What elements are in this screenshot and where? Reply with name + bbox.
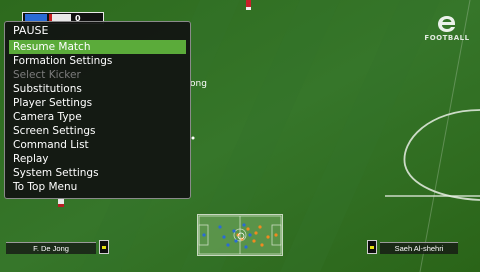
menu-item-substitutions[interactable]: Substitutions [9, 82, 186, 96]
radar-minimap [197, 214, 283, 256]
menu-item-to-top-menu[interactable]: To Top Menu [9, 180, 186, 194]
game-screen: 0 FOOTBALL ong PAUSE Resume Match Format… [0, 0, 480, 272]
radar-away-players [236, 225, 278, 247]
menu-item-system-settings[interactable]: System Settings [9, 166, 186, 180]
stamina-gauge-left [99, 240, 109, 254]
stamina-gauge-right [367, 240, 377, 254]
menu-item-screen-settings[interactable]: Screen Settings [9, 124, 186, 138]
logo-text: FOOTBALL [424, 34, 470, 42]
menu-item-replay[interactable]: Replay [9, 152, 186, 166]
pause-menu-list: Resume Match Formation Settings Select K… [9, 40, 186, 194]
menu-item-resume-match[interactable]: Resume Match [9, 40, 186, 54]
menu-item-player-settings[interactable]: Player Settings [9, 96, 186, 110]
menu-item-formation-settings[interactable]: Formation Settings [9, 54, 186, 68]
pause-menu-title: PAUSE [13, 24, 49, 37]
menu-item-command-list[interactable]: Command List [9, 138, 186, 152]
ball [191, 136, 195, 140]
background-label: ong [190, 79, 207, 89]
radar-pitch [198, 215, 282, 255]
player-sprite [58, 198, 64, 207]
controlled-player-name-right: Saeh Al-shehri [380, 242, 458, 254]
player-sprite [246, 0, 251, 10]
menu-item-select-kicker: Select Kicker [13, 69, 81, 81]
efootball-logo-icon [438, 16, 456, 32]
efootball-logo: FOOTBALL [422, 14, 472, 42]
controlled-player-name-left: F. De Jong [6, 242, 96, 254]
menu-item-camera-type[interactable]: Camera Type [9, 110, 186, 124]
pause-menu: PAUSE Resume Match Formation Settings Se… [4, 21, 191, 199]
